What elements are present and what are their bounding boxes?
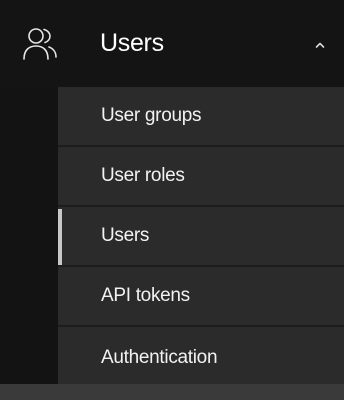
nav-section-users[interactable]: Users <box>0 0 344 87</box>
submenu-item-users[interactable]: Users <box>58 207 344 267</box>
users-icon <box>23 28 57 60</box>
submenu-item-label: User groups <box>101 105 202 126</box>
submenu-item-label: Authentication <box>101 346 218 368</box>
submenu-item-api-tokens[interactable]: API tokens <box>58 267 344 327</box>
submenu-item-user-groups[interactable]: User groups <box>58 87 344 147</box>
submenu-item-label: API tokens <box>101 285 190 306</box>
submenu-item-authentication[interactable]: Authentication <box>58 327 344 388</box>
nav-gutter <box>0 87 58 384</box>
submenu-item-label: Users <box>101 225 150 246</box>
active-indicator <box>58 209 62 265</box>
nav-section-label: Users <box>100 29 164 57</box>
next-section-strip <box>0 384 344 400</box>
sidebar-nav: Users User groups User roles Users API t… <box>0 0 344 400</box>
submenu-item-label: User roles <box>101 165 185 186</box>
submenu-item-user-roles[interactable]: User roles <box>58 147 344 207</box>
users-submenu: User groups User roles Users API tokens … <box>58 87 344 384</box>
chevron-up-icon[interactable] <box>314 40 326 50</box>
